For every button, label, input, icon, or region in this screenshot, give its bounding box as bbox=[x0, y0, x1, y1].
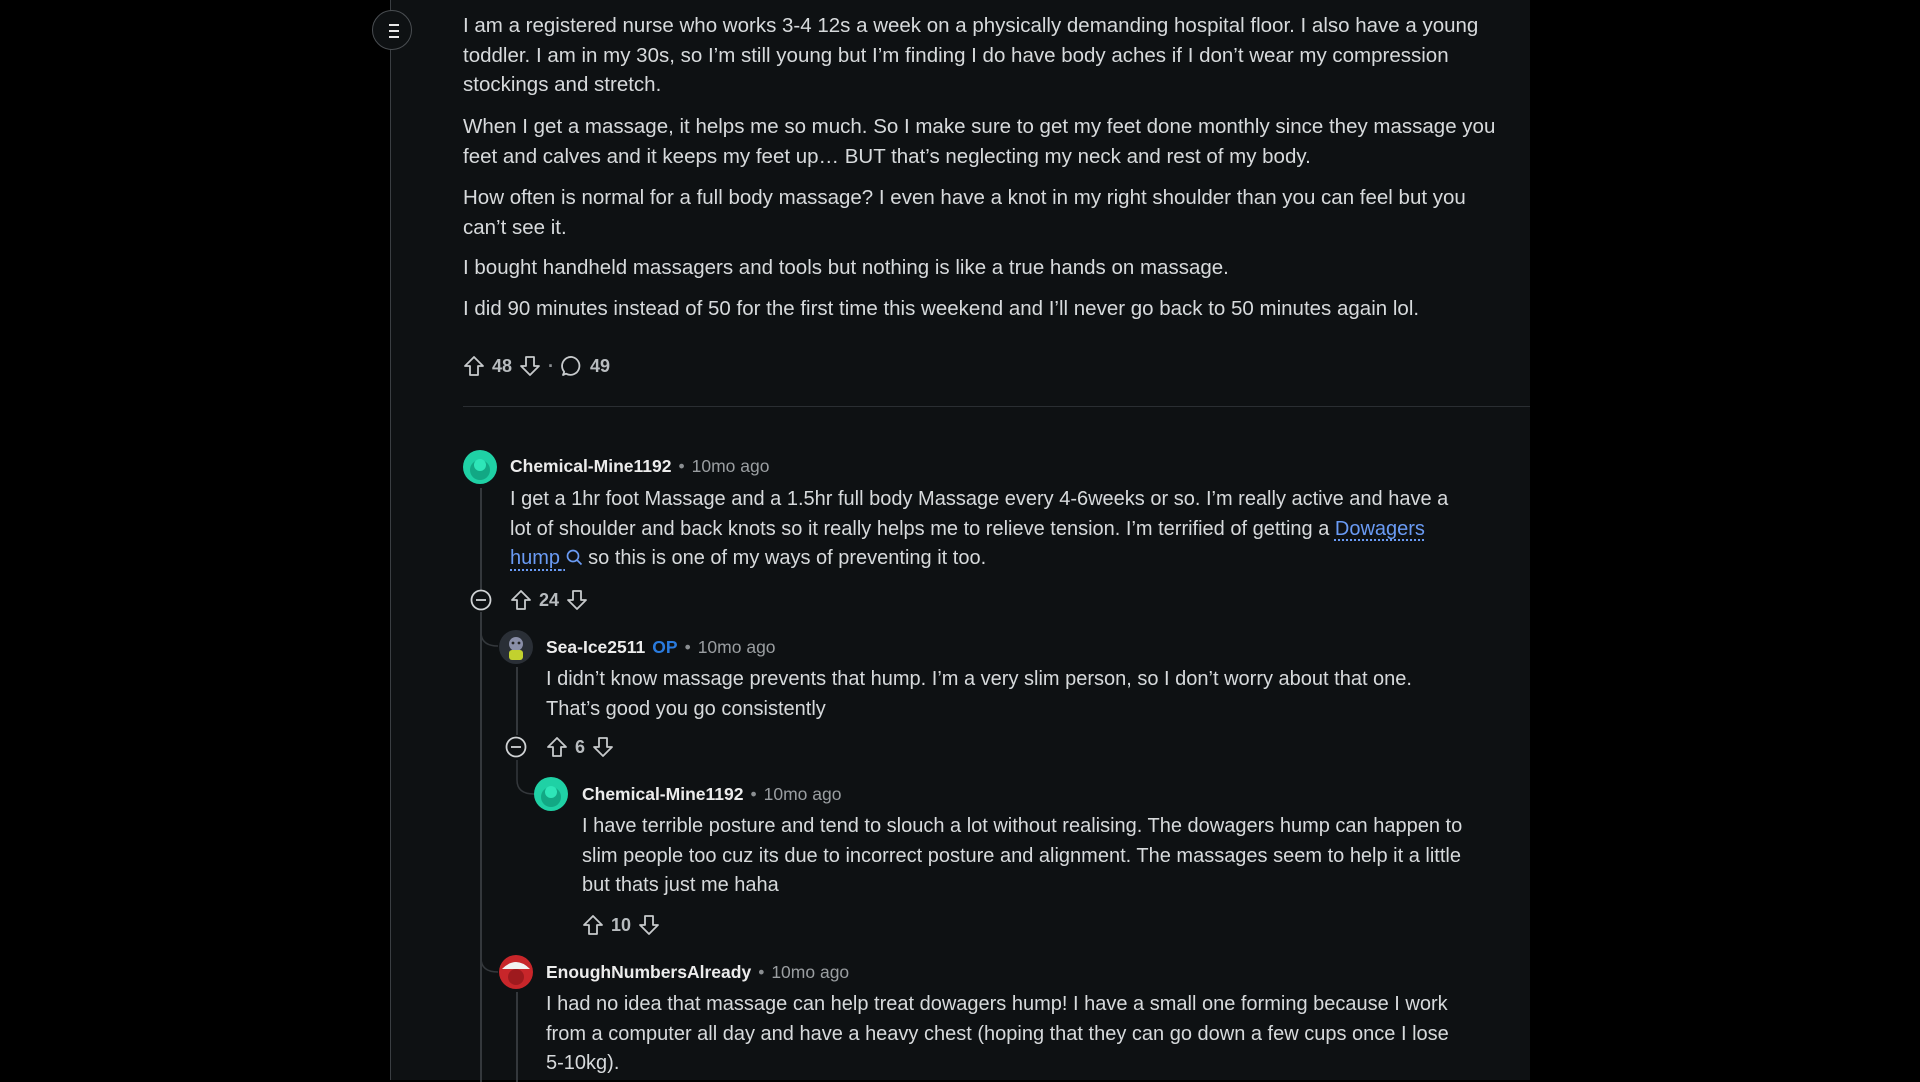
comment-vote-bar: 10 bbox=[581, 912, 661, 938]
post-text-line: can’t see it. bbox=[463, 215, 567, 239]
search-icon bbox=[566, 549, 582, 566]
comment-text-line: so this is one of my ways of preventing … bbox=[582, 547, 987, 569]
collapse-icon[interactable] bbox=[505, 736, 527, 758]
post-text-line: toddler. I am in my 30s, so I’m still yo… bbox=[463, 43, 1449, 67]
avatar[interactable] bbox=[499, 955, 533, 989]
post-text-line: I am a registered nurse who works 3-4 12… bbox=[463, 14, 1479, 37]
thread-line bbox=[516, 992, 518, 1082]
post-paragraph: When I get a massage, it helps me so muc… bbox=[463, 112, 1533, 171]
post-action-bar: 48 · 49 bbox=[462, 353, 616, 379]
avatar[interactable] bbox=[534, 777, 568, 811]
meta-separator: • bbox=[678, 456, 685, 476]
comment-text-line: I didn’t know massage prevents that hump… bbox=[546, 668, 1412, 690]
comment-downvote-button[interactable] bbox=[591, 735, 615, 759]
thread-connector bbox=[516, 760, 535, 795]
comment-body: I didn’t know massage prevents that hump… bbox=[546, 665, 1412, 724]
comment-meta: Chemical-Mine1192 • 10mo ago bbox=[582, 784, 841, 805]
post-paragraph: I did 90 minutes instead of 50 for the f… bbox=[463, 294, 1533, 324]
comment-author[interactable]: Chemical-Mine1192 bbox=[582, 784, 743, 805]
post-paragraph: I bought handheld massagers and tools bu… bbox=[463, 253, 1533, 283]
comment-time: 10mo ago bbox=[771, 962, 850, 982]
avatar[interactable] bbox=[463, 450, 497, 484]
upvote-icon bbox=[547, 737, 567, 757]
thread-connector bbox=[480, 940, 499, 973]
downvote-icon bbox=[520, 356, 540, 376]
comment-vote-bar: 24 bbox=[509, 587, 589, 613]
comment-author[interactable]: Chemical-Mine1192 bbox=[510, 456, 671, 477]
comment-vote-bar: 6 bbox=[545, 734, 615, 760]
post-paragraph: I am a registered nurse who works 3-4 12… bbox=[463, 11, 1533, 100]
comment-text-line: I have terrible posture and tend to slou… bbox=[582, 815, 1463, 837]
upvote-icon bbox=[464, 356, 484, 376]
link-text: hump bbox=[510, 547, 561, 569]
thread-line bbox=[516, 667, 518, 735]
thread-line bbox=[480, 488, 482, 590]
comment-text-line: slim people too cuz its due to incorrect… bbox=[582, 844, 1461, 867]
collapse-icon[interactable] bbox=[470, 589, 492, 611]
post-text-line: How often is normal for a full body mass… bbox=[463, 186, 1466, 209]
post-upvote-button[interactable] bbox=[462, 354, 486, 378]
comment-vote-count: 24 bbox=[539, 589, 560, 610]
downvote-icon bbox=[639, 915, 659, 935]
comment-upvote-button[interactable] bbox=[509, 588, 533, 612]
comment-upvote-button[interactable] bbox=[581, 913, 605, 937]
comment-meta: Chemical-Mine1192 • 10mo ago bbox=[510, 456, 769, 477]
thread-connector bbox=[480, 620, 499, 647]
dowagers-hump-link[interactable]: Dowagers bbox=[1335, 518, 1425, 540]
menu-button[interactable] bbox=[372, 10, 412, 50]
post-text-line: feet and calves and it keeps my feet up…… bbox=[463, 144, 1311, 168]
comment-vote-count: 10 bbox=[611, 914, 632, 935]
upvote-icon bbox=[511, 590, 531, 610]
comment-text-line: I get a 1hr foot Massage and a 1.5hr ful… bbox=[510, 488, 1449, 510]
comment-time: 10mo ago bbox=[697, 637, 776, 657]
post-comments-button[interactable]: 49 bbox=[560, 354, 616, 378]
post-text-line: I did 90 minutes instead of 50 for the f… bbox=[463, 297, 1420, 320]
comment-vote-count: 6 bbox=[575, 736, 586, 757]
comment-downvote-button[interactable] bbox=[637, 913, 661, 937]
post-text-line: When I get a massage, it helps me so muc… bbox=[463, 115, 1496, 138]
op-badge: OP bbox=[652, 637, 678, 657]
post-downvote-button[interactable] bbox=[518, 354, 542, 378]
thread-line bbox=[480, 612, 482, 1082]
dowagers-hump-link[interactable]: hump bbox=[510, 547, 583, 569]
comment-time: 10mo ago bbox=[763, 784, 842, 804]
comment-text-line: lot of shoulder and back knots so it rea… bbox=[510, 517, 1335, 540]
comment-author[interactable]: EnoughNumbersAlready bbox=[546, 962, 751, 983]
downvote-icon bbox=[593, 737, 613, 757]
sidebar-divider bbox=[390, 0, 391, 1080]
comment-body: I get a 1hr foot Massage and a 1.5hr ful… bbox=[510, 485, 1448, 574]
comment-upvote-button[interactable] bbox=[545, 735, 569, 759]
comment-author[interactable]: Sea-Ice2511 bbox=[546, 637, 645, 658]
comment-time: 10mo ago bbox=[691, 456, 770, 476]
post-vote-count: 48 bbox=[492, 355, 513, 376]
post-text-line: I bought handheld massagers and tools bu… bbox=[463, 256, 1229, 279]
meta-separator: • bbox=[750, 784, 757, 804]
comment-body: I have terrible posture and tend to slou… bbox=[582, 812, 1462, 901]
comment-icon bbox=[561, 356, 581, 376]
comment-body: I had no idea that massage can help trea… bbox=[546, 990, 1449, 1079]
menu-icon bbox=[389, 24, 399, 38]
post-comment-count: 49 bbox=[590, 355, 611, 376]
post-paragraph: How often is normal for a full body mass… bbox=[463, 183, 1533, 242]
post-divider bbox=[463, 406, 1530, 407]
comment-meta: Sea-Ice2511 OP • 10mo ago bbox=[546, 637, 776, 658]
meta-separator: • bbox=[758, 962, 765, 982]
comment-text-line: 5-10kg). bbox=[546, 1052, 620, 1074]
avatar[interactable] bbox=[499, 630, 533, 664]
comment-text-line: I had no idea that massage can help trea… bbox=[546, 993, 1448, 1015]
comment-text-line: That’s good you go consistently bbox=[546, 697, 826, 720]
post-text-line: stockings and stretch. bbox=[463, 73, 662, 96]
comment-text-line: from a computer all day and have a heavy… bbox=[546, 1022, 1449, 1045]
meta-separator: • bbox=[684, 637, 691, 657]
comment-text-line: but thats just me haha bbox=[582, 874, 779, 896]
action-separator: · bbox=[548, 355, 555, 376]
comment-meta: EnoughNumbersAlready • 10mo ago bbox=[546, 962, 849, 983]
downvote-icon bbox=[567, 590, 587, 610]
upvote-icon bbox=[583, 915, 603, 935]
comment-downvote-button[interactable] bbox=[565, 588, 589, 612]
